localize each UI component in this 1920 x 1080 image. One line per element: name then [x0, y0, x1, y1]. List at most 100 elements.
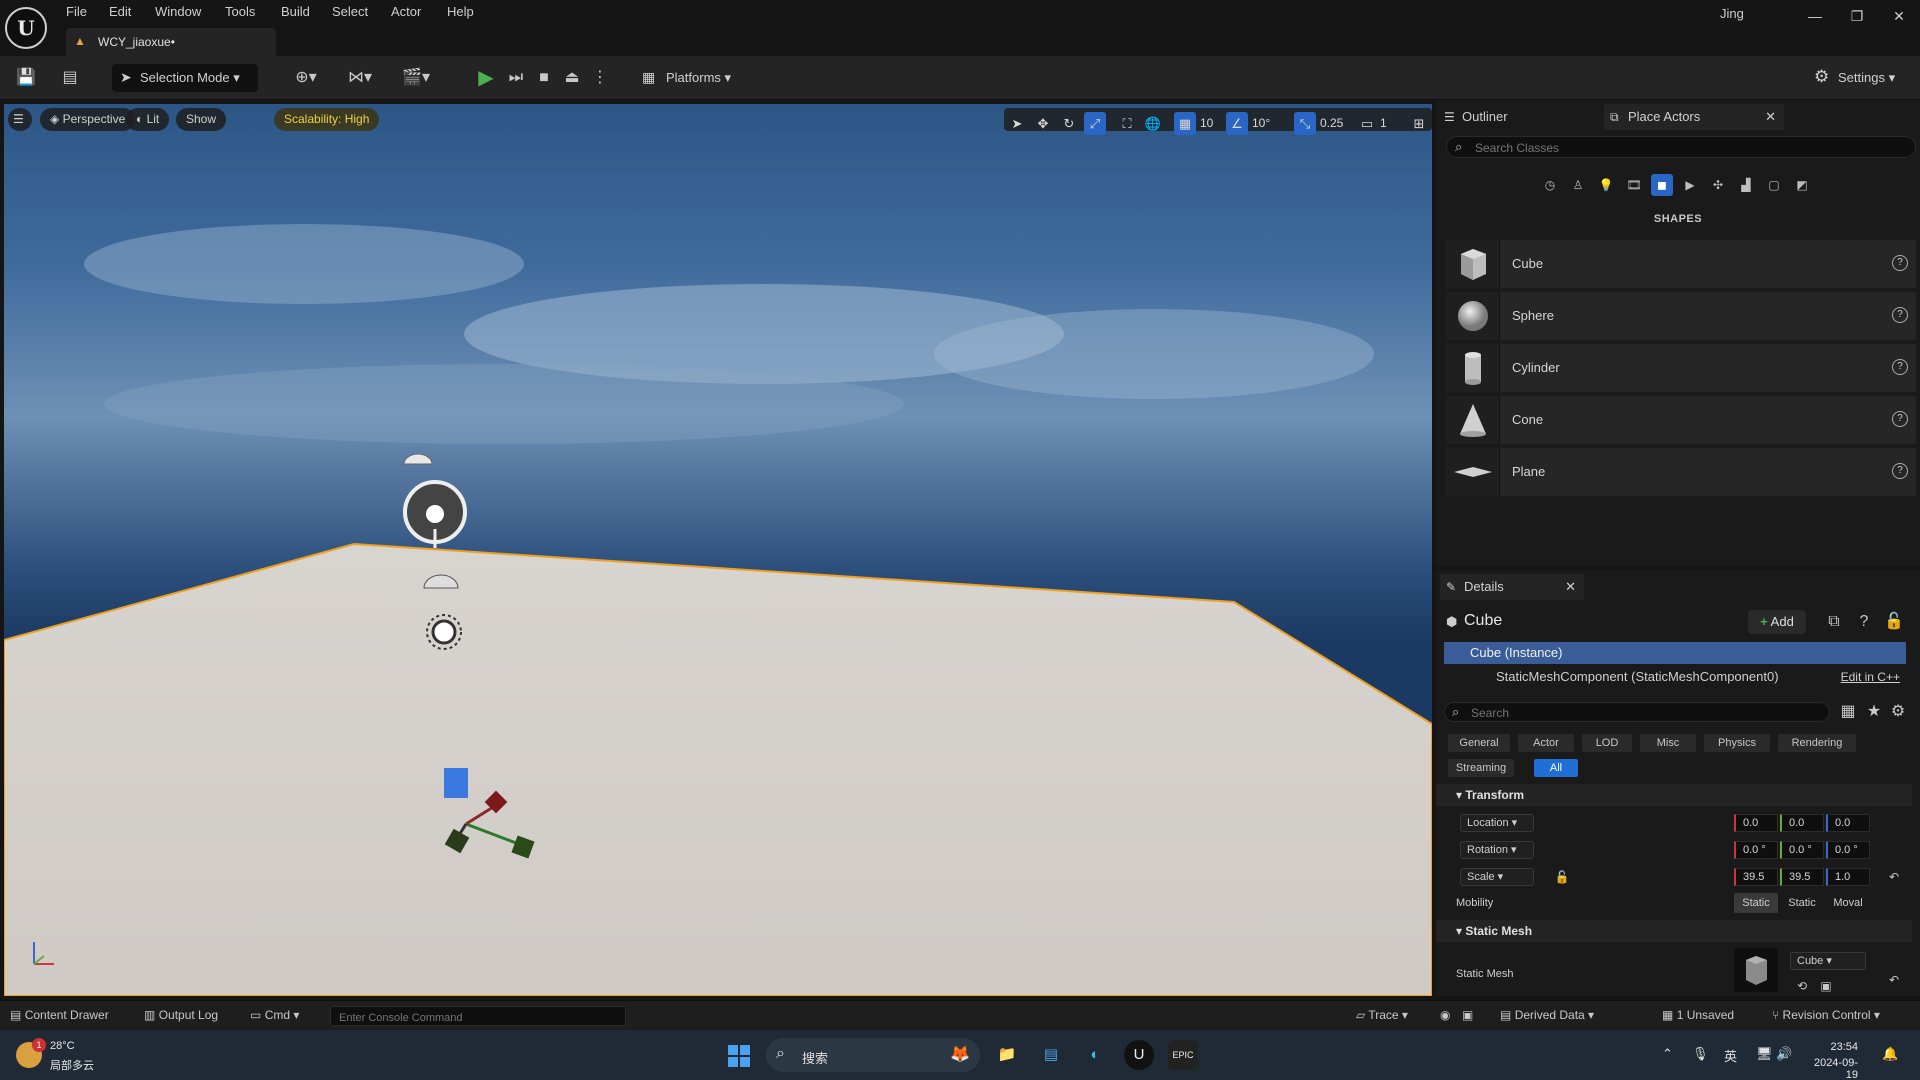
rotation-y-field[interactable]: 0.0 °: [1780, 841, 1824, 859]
show-button[interactable]: Show: [176, 108, 227, 131]
location-x-field[interactable]: 0.0: [1734, 814, 1778, 832]
scale-x-field[interactable]: 39.5: [1734, 868, 1778, 886]
reset-icon[interactable]: ↶: [1882, 968, 1906, 992]
rotation-snap-value[interactable]: 10°: [1252, 112, 1270, 135]
unreal-engine-icon[interactable]: U: [1124, 1040, 1154, 1070]
sky-light-icon[interactable]: [403, 453, 433, 465]
output-log-button[interactable]: ▥ Output Log: [144, 1008, 218, 1022]
filter-all[interactable]: All: [1534, 759, 1578, 777]
more-options-icon[interactable]: ⋮: [588, 66, 612, 90]
help-icon[interactable]: ?: [1852, 610, 1876, 634]
menu-build[interactable]: Build: [281, 4, 310, 19]
cinematic-icon[interactable]: 🎞: [1623, 174, 1645, 196]
filter-actor[interactable]: Actor: [1518, 734, 1574, 752]
favorite-star-icon[interactable]: ★: [1862, 700, 1886, 724]
epic-games-icon[interactable]: EPIC: [1168, 1040, 1198, 1070]
play-icon[interactable]: ▶: [474, 66, 498, 90]
scale-y-field[interactable]: 39.5: [1780, 868, 1824, 886]
revision-control-dropdown[interactable]: ⑂ Revision Control ▾: [1772, 1008, 1880, 1022]
level-tab[interactable]: ▲ WCY_jiaoxue•: [66, 28, 276, 56]
help-icon[interactable]: ?: [1892, 307, 1908, 323]
reset-icon[interactable]: ↶: [1882, 865, 1906, 889]
scale-tool-icon[interactable]: ⤢: [1084, 112, 1106, 135]
mobility-static-button[interactable]: Static: [1734, 893, 1778, 913]
search-classes-field[interactable]: ⌕: [1446, 136, 1916, 158]
component-root-row[interactable]: Cube (Instance): [1444, 642, 1906, 664]
more-category-icon[interactable]: ◩: [1791, 174, 1813, 196]
clock-time[interactable]: 23:54: [1808, 1041, 1858, 1053]
level-viewport[interactable]: ☰ ◈ Perspective ◐ Lit Show Scalability: …: [4, 104, 1432, 996]
minimize-icon[interactable]: —: [1800, 4, 1830, 28]
microphone-icon[interactable]: 🎙: [1692, 1046, 1709, 1062]
lit-button[interactable]: ◐ Lit: [126, 108, 170, 131]
menu-select[interactable]: Select: [332, 4, 368, 19]
screenshot-icon[interactable]: ▣: [1462, 1008, 1473, 1022]
actor-cone[interactable]: Cone ?: [1446, 396, 1916, 444]
menu-tools[interactable]: Tools: [225, 4, 255, 19]
close-icon[interactable]: ✕: [1765, 104, 1776, 130]
volumes-icon[interactable]: ▟: [1735, 174, 1757, 196]
selected-actor-name[interactable]: Cube: [1464, 612, 1502, 630]
scale-snap-value[interactable]: 0.25: [1320, 112, 1343, 135]
actor-sphere[interactable]: Sphere ?: [1446, 292, 1916, 340]
platforms-dropdown[interactable]: ▦ Platforms ▾: [640, 64, 750, 92]
content-browse-icon[interactable]: ▤: [58, 66, 82, 90]
clock-date[interactable]: 2024-09-19: [1808, 1057, 1858, 1080]
file-explorer-icon[interactable]: 📁: [992, 1040, 1022, 1070]
volume-icon[interactable]: 🔊: [1776, 1046, 1792, 1062]
edit-in-cpp-link[interactable]: Edit in C++: [1841, 666, 1900, 688]
notification-bell-icon[interactable]: 🔔: [1882, 1046, 1898, 1062]
scale-snap-icon[interactable]: ⤡: [1294, 112, 1316, 135]
location-dropdown[interactable]: Location ▾: [1460, 814, 1534, 832]
world-local-icon[interactable]: 🌐: [1142, 112, 1164, 135]
close-icon[interactable]: ✕: [1565, 574, 1576, 600]
viewport-menu-icon[interactable]: ☰: [8, 108, 32, 131]
weather-temperature[interactable]: 28°C: [50, 1040, 75, 1052]
rotation-snap-icon[interactable]: ∠: [1226, 112, 1248, 135]
windows-start-icon[interactable]: [728, 1045, 750, 1067]
restore-icon[interactable]: ❐: [1842, 4, 1872, 28]
save-icon[interactable]: 💾: [14, 66, 38, 90]
geometry-icon[interactable]: ✣: [1707, 174, 1729, 196]
rotation-dropdown[interactable]: Rotation ▾: [1460, 841, 1534, 859]
filter-lod[interactable]: LOD: [1582, 734, 1632, 752]
blueprint-icon[interactable]: ⋈▾: [340, 66, 380, 90]
scalability-button[interactable]: Scalability: High: [274, 108, 380, 131]
help-icon[interactable]: ?: [1892, 463, 1908, 479]
rotation-z-field[interactable]: 0.0 °: [1826, 841, 1870, 859]
component-static-mesh-row[interactable]: StaticMeshComponent (StaticMeshComponent…: [1444, 666, 1906, 688]
add-component-button[interactable]: + Add: [1748, 610, 1806, 634]
floor-plane[interactable]: [4, 542, 1432, 996]
tab-details[interactable]: ✎ Details ✕: [1440, 574, 1584, 600]
shapes-category-icon[interactable]: ◼: [1651, 174, 1673, 196]
viewport-layout-icon[interactable]: ⊞: [1408, 112, 1430, 135]
filter-general[interactable]: General: [1448, 734, 1510, 752]
filter-rendering[interactable]: Rendering: [1778, 734, 1856, 752]
rotation-x-field[interactable]: 0.0 °: [1734, 841, 1778, 859]
menu-edit[interactable]: Edit: [109, 4, 131, 19]
translate-tool-icon[interactable]: ✥: [1032, 112, 1054, 135]
details-search-field[interactable]: ⌕: [1444, 702, 1830, 722]
stop-icon[interactable]: ■: [532, 66, 556, 90]
lock-icon[interactable]: 🔓: [1882, 610, 1906, 634]
select-tool-icon[interactable]: ➤: [1006, 112, 1028, 135]
input-language-indicator[interactable]: 英: [1724, 1046, 1737, 1065]
step-icon[interactable]: ⏭: [504, 66, 528, 90]
taskbar-search[interactable]: ⌕ 搜索 🦊: [766, 1038, 980, 1072]
mobility-movable-button[interactable]: Moval: [1826, 893, 1870, 913]
content-drawer-button[interactable]: ▤ Content Drawer: [10, 1008, 109, 1022]
camera-speed-icon[interactable]: ▭: [1356, 112, 1378, 135]
edge-browser-icon[interactable]: ◐: [1080, 1040, 1110, 1070]
console-command-input[interactable]: [330, 1006, 626, 1026]
user-name[interactable]: Jing: [1720, 6, 1744, 21]
browse-asset-icon[interactable]: ▣: [1814, 974, 1838, 998]
help-icon[interactable]: ?: [1892, 359, 1908, 375]
grid-snap-value[interactable]: 10: [1200, 112, 1213, 135]
scale-z-field[interactable]: 1.0: [1826, 868, 1870, 886]
location-y-field[interactable]: 0.0: [1780, 814, 1824, 832]
all-classes-icon[interactable]: ▢: [1763, 174, 1785, 196]
static-mesh-thumbnail[interactable]: [1734, 948, 1778, 992]
tab-place-actors[interactable]: ⧉ Place Actors ✕: [1604, 104, 1784, 130]
rotate-tool-icon[interactable]: ↻: [1058, 112, 1080, 135]
static-mesh-section-header[interactable]: ▾ Static Mesh: [1436, 920, 1912, 942]
